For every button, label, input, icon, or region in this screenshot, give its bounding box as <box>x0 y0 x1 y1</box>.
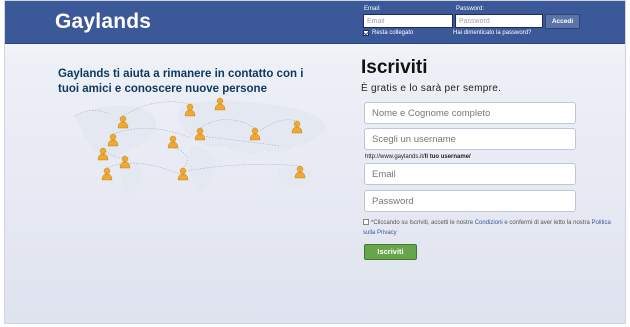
username-input[interactable] <box>364 128 576 150</box>
email-label: Email: <box>364 6 381 12</box>
tagline: Gaylands ti aiuta a rimanere in contatto… <box>58 68 304 95</box>
logo[interactable]: Gaylands <box>55 10 151 34</box>
url-suffix: Il tuo username/ <box>424 154 471 160</box>
signup-title: Iscriviti <box>361 57 428 78</box>
person-icon <box>101 167 113 181</box>
signup-subtitle: È gratis e lo sarà per sempre. <box>361 83 502 94</box>
password-label: Password: <box>456 6 485 12</box>
person-icon <box>177 167 189 181</box>
conditions-link[interactable]: Condizioni <box>475 220 503 226</box>
signup-email-input[interactable] <box>364 163 576 185</box>
terms-checkbox[interactable] <box>363 219 369 225</box>
terms-prefix: *Cliccando su Iscriviti, accetti le nost… <box>371 220 475 226</box>
url-prefix: http://www.gaylands.it/ <box>365 154 425 160</box>
terms-text: *Cliccando su Iscriviti, accetti le nost… <box>363 218 613 238</box>
forgot-password-link[interactable]: Hai dimenticato la password? <box>453 30 531 36</box>
signup-password-input[interactable] <box>364 190 576 212</box>
fullname-input[interactable] <box>364 102 576 124</box>
checkbox-icon[interactable] <box>363 30 369 36</box>
page-frame: Gaylands Email: Password: Accedi Resta c… <box>4 0 626 324</box>
login-button[interactable]: Accedi <box>545 14 580 29</box>
login-email-input[interactable] <box>363 14 453 28</box>
signup-button[interactable]: Iscriviti <box>364 244 417 260</box>
remember-me[interactable]: Resta collegato <box>363 30 413 36</box>
username-url-hint: http://www.gaylands.it/Il tuo username/ <box>365 154 471 160</box>
remember-me-label: Resta collegato <box>372 30 414 36</box>
top-bar: Gaylands Email: Password: Accedi Resta c… <box>5 1 625 44</box>
world-map-illustration <box>74 97 327 196</box>
login-password-input[interactable] <box>455 14 543 28</box>
person-icon <box>167 135 179 149</box>
terms-middle: e confermi di aver letto la nostra <box>502 220 592 226</box>
